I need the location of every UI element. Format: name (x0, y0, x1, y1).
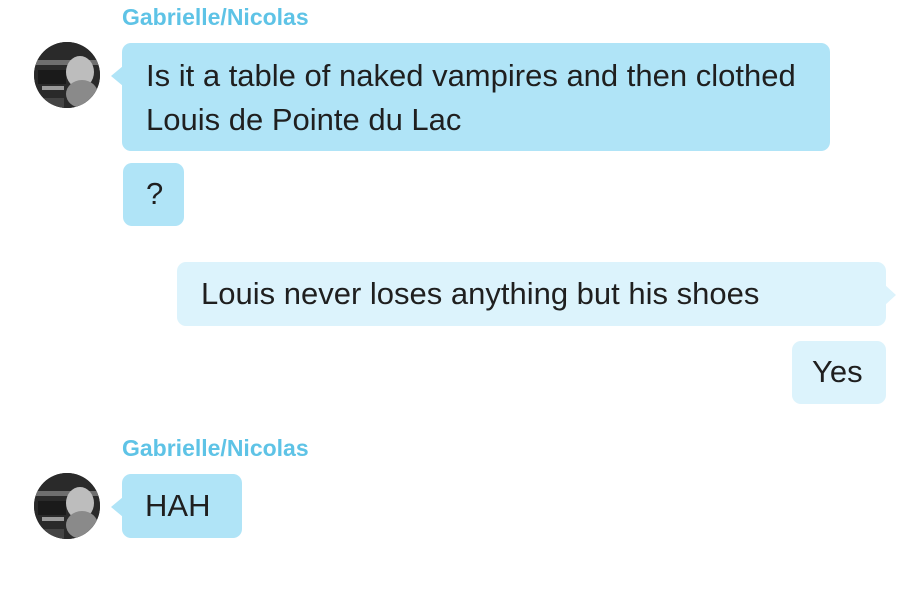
avatar[interactable] (34, 473, 100, 539)
avatar[interactable] (34, 42, 100, 108)
message-bubble[interactable]: Yes (792, 341, 886, 404)
sender-name: Gabrielle/Nicolas (122, 435, 309, 461)
message-bubble[interactable]: HAH (111, 474, 242, 538)
message-text: ? (146, 176, 164, 211)
profile-photo-icon (34, 473, 100, 539)
message-bubble[interactable]: Is it a table of naked vampires and then… (111, 43, 830, 151)
message-text: Is it a table of naked vampires and then… (146, 58, 796, 137)
message-text: Louis never loses anything but his shoes (201, 276, 760, 311)
sender-name: Gabrielle/Nicolas (122, 4, 309, 30)
message-text: HAH (145, 488, 211, 523)
message-text: Yes (812, 354, 863, 389)
message-bubble[interactable]: Louis never loses anything but his shoes (177, 262, 896, 326)
message-bubble[interactable]: ? (123, 163, 184, 226)
profile-photo-icon (34, 42, 100, 108)
